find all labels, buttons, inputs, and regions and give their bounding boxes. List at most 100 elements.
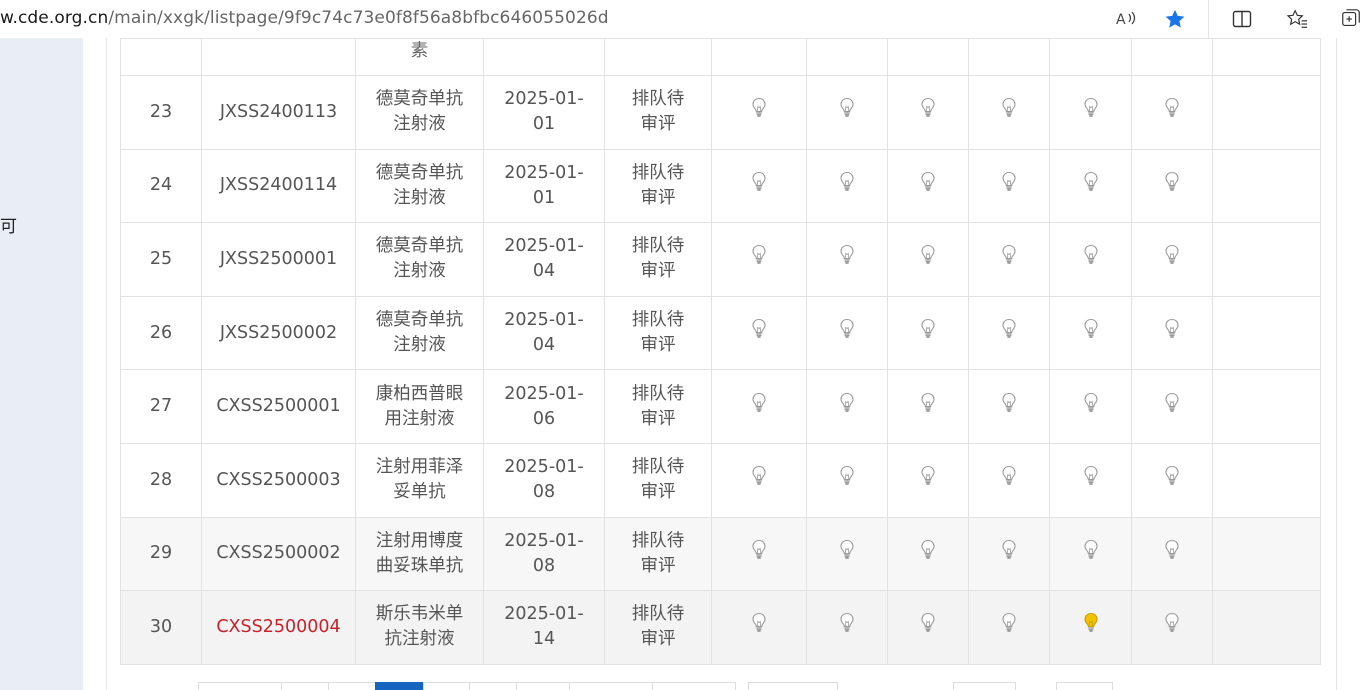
cell-status-light[interactable] <box>711 369 807 444</box>
cell-date: 2025-01- 04 <box>483 222 605 297</box>
cell-status-light[interactable] <box>1131 516 1213 592</box>
cell-name: 德莫奇单抗注射液 <box>355 148 484 224</box>
cell-status-light[interactable] <box>1049 295 1132 371</box>
cell-code[interactable]: JXSS2500001 <box>201 222 356 297</box>
lightbulb-icon <box>920 466 936 492</box>
pager-page[interactable] <box>516 682 570 690</box>
pager-page-active[interactable] <box>375 682 424 690</box>
cell-no-text: 30 <box>149 616 173 637</box>
cell-date-text: 2025-01- 04 <box>504 310 584 356</box>
cell-code[interactable]: CXSS2500002 <box>201 516 356 592</box>
pager-page[interactable] <box>328 682 376 690</box>
lightbulb-icon <box>751 171 767 198</box>
cell-status-light[interactable] <box>887 75 969 150</box>
cell-code[interactable]: CXSS2500001 <box>201 369 356 444</box>
cell-status-light[interactable] <box>1049 442 1132 518</box>
cell-status-text: 排队待审评 <box>631 383 685 429</box>
cell-status-light[interactable] <box>806 442 888 518</box>
cell-status-light[interactable] <box>968 516 1050 592</box>
cell-status-light[interactable] <box>1131 442 1213 518</box>
cell-status-light[interactable] <box>806 75 888 150</box>
cell-status-light[interactable] <box>711 75 807 150</box>
cell-status-light[interactable] <box>887 442 969 518</box>
cell-status-light[interactable] <box>1131 148 1213 224</box>
cell-status-light[interactable] <box>806 222 888 297</box>
cell-status-light[interactable] <box>887 369 969 444</box>
cell-status-light[interactable] <box>806 295 888 371</box>
cell-status-light[interactable] <box>711 442 807 518</box>
cell-status-light[interactable] <box>1131 590 1213 665</box>
collections-icon[interactable] <box>1337 5 1363 33</box>
pager-page[interactable] <box>423 682 470 690</box>
cell-status-light[interactable] <box>711 516 807 592</box>
cell-code[interactable]: JXSS2500002 <box>201 295 356 371</box>
cell-status-light[interactable] <box>806 516 888 592</box>
cell-status: 排队待审评 <box>604 442 712 518</box>
cell-status-light[interactable] <box>1131 295 1213 371</box>
lightbulb-icon <box>839 98 855 124</box>
cell-no: 26 <box>120 295 202 371</box>
cell-status-light[interactable] <box>1049 75 1132 150</box>
favorites-icon[interactable] <box>1283 5 1311 33</box>
cell-name: 德莫奇单抗注射液 <box>355 222 484 297</box>
lightbulb-icon <box>920 171 936 198</box>
lightbulb-icon <box>1001 245 1017 271</box>
pager-size-select[interactable] <box>748 682 838 690</box>
cell-status-light[interactable] <box>968 369 1050 444</box>
read-aloud-icon[interactable]: A <box>1112 5 1140 33</box>
cell-no-text: 27 <box>149 396 173 417</box>
cell-status-light[interactable] <box>968 295 1050 371</box>
pager-next[interactable] <box>569 682 653 690</box>
cell-status-light[interactable] <box>806 590 888 665</box>
pager-go-button[interactable] <box>1056 682 1113 690</box>
address-bar[interactable]: w.cde.org.cn/main/xxgk/listpage/9f9c74c7… <box>0 0 609 38</box>
cell-status-light[interactable] <box>887 590 969 665</box>
cell-status-light[interactable] <box>711 295 807 371</box>
cell-date-text: 2025-01- 04 <box>504 236 584 282</box>
cell-status: 排队待审评 <box>604 516 712 592</box>
cell-status-light[interactable] <box>1049 516 1132 592</box>
cell-status-light[interactable] <box>806 148 888 224</box>
cell-code[interactable]: CXSS2500003 <box>201 442 356 518</box>
cell-date: 2025-01- 06 <box>483 369 605 444</box>
left-sidebar <box>0 38 83 690</box>
cell-status-light[interactable] <box>968 442 1050 518</box>
cell-status-light[interactable] <box>887 148 969 224</box>
pager-prev[interactable] <box>198 682 282 690</box>
cell-status-light[interactable] <box>887 295 969 371</box>
cell-status-light[interactable] <box>1131 369 1213 444</box>
cell-status-light[interactable] <box>711 590 807 665</box>
cell-status-text: 排队待审评 <box>631 457 685 503</box>
pager-page[interactable] <box>281 682 329 690</box>
cell-code[interactable]: JXSS2400114 <box>201 148 356 224</box>
cell-status-light[interactable] <box>1131 222 1213 297</box>
cell-no: 23 <box>120 75 202 150</box>
cell-status-light[interactable] <box>887 516 969 592</box>
browser-toolbar: w.cde.org.cn/main/xxgk/listpage/9f9c74c7… <box>0 0 1363 38</box>
lightbulb-icon <box>1083 98 1099 124</box>
cell-status-light[interactable] <box>1049 590 1132 665</box>
cell-status-light[interactable] <box>968 148 1050 224</box>
cell-status-light[interactable] <box>968 222 1050 297</box>
cell-status-light[interactable] <box>1131 75 1213 150</box>
pager-last[interactable] <box>652 682 736 690</box>
lightbulb-icon <box>839 613 855 639</box>
cell-status-light[interactable] <box>968 75 1050 150</box>
pager-page[interactable] <box>469 682 517 690</box>
cell-status-light[interactable] <box>806 369 888 444</box>
cell-status-light[interactable] <box>711 222 807 297</box>
star-filled-icon[interactable] <box>1161 5 1189 33</box>
cell-status-light[interactable] <box>1049 148 1132 224</box>
cell-name-text: 注射用博度曲妥珠单抗 <box>375 530 464 576</box>
cell-code[interactable]: JXSS2400113 <box>201 75 356 150</box>
pager-jump-input[interactable] <box>953 682 1016 690</box>
cell-name-text: 斯乐韦米单抗注射液 <box>375 604 464 650</box>
cell-code[interactable]: CXSS2500004 <box>201 590 356 665</box>
cell-status-light[interactable] <box>887 222 969 297</box>
cell-status: 排队待审评 <box>604 148 712 224</box>
cell-status-light[interactable] <box>1049 222 1132 297</box>
cell-status-light[interactable] <box>711 148 807 224</box>
cell-status-light[interactable] <box>968 590 1050 665</box>
cell-status-light[interactable] <box>1049 369 1132 444</box>
split-screen-icon[interactable] <box>1228 5 1256 33</box>
